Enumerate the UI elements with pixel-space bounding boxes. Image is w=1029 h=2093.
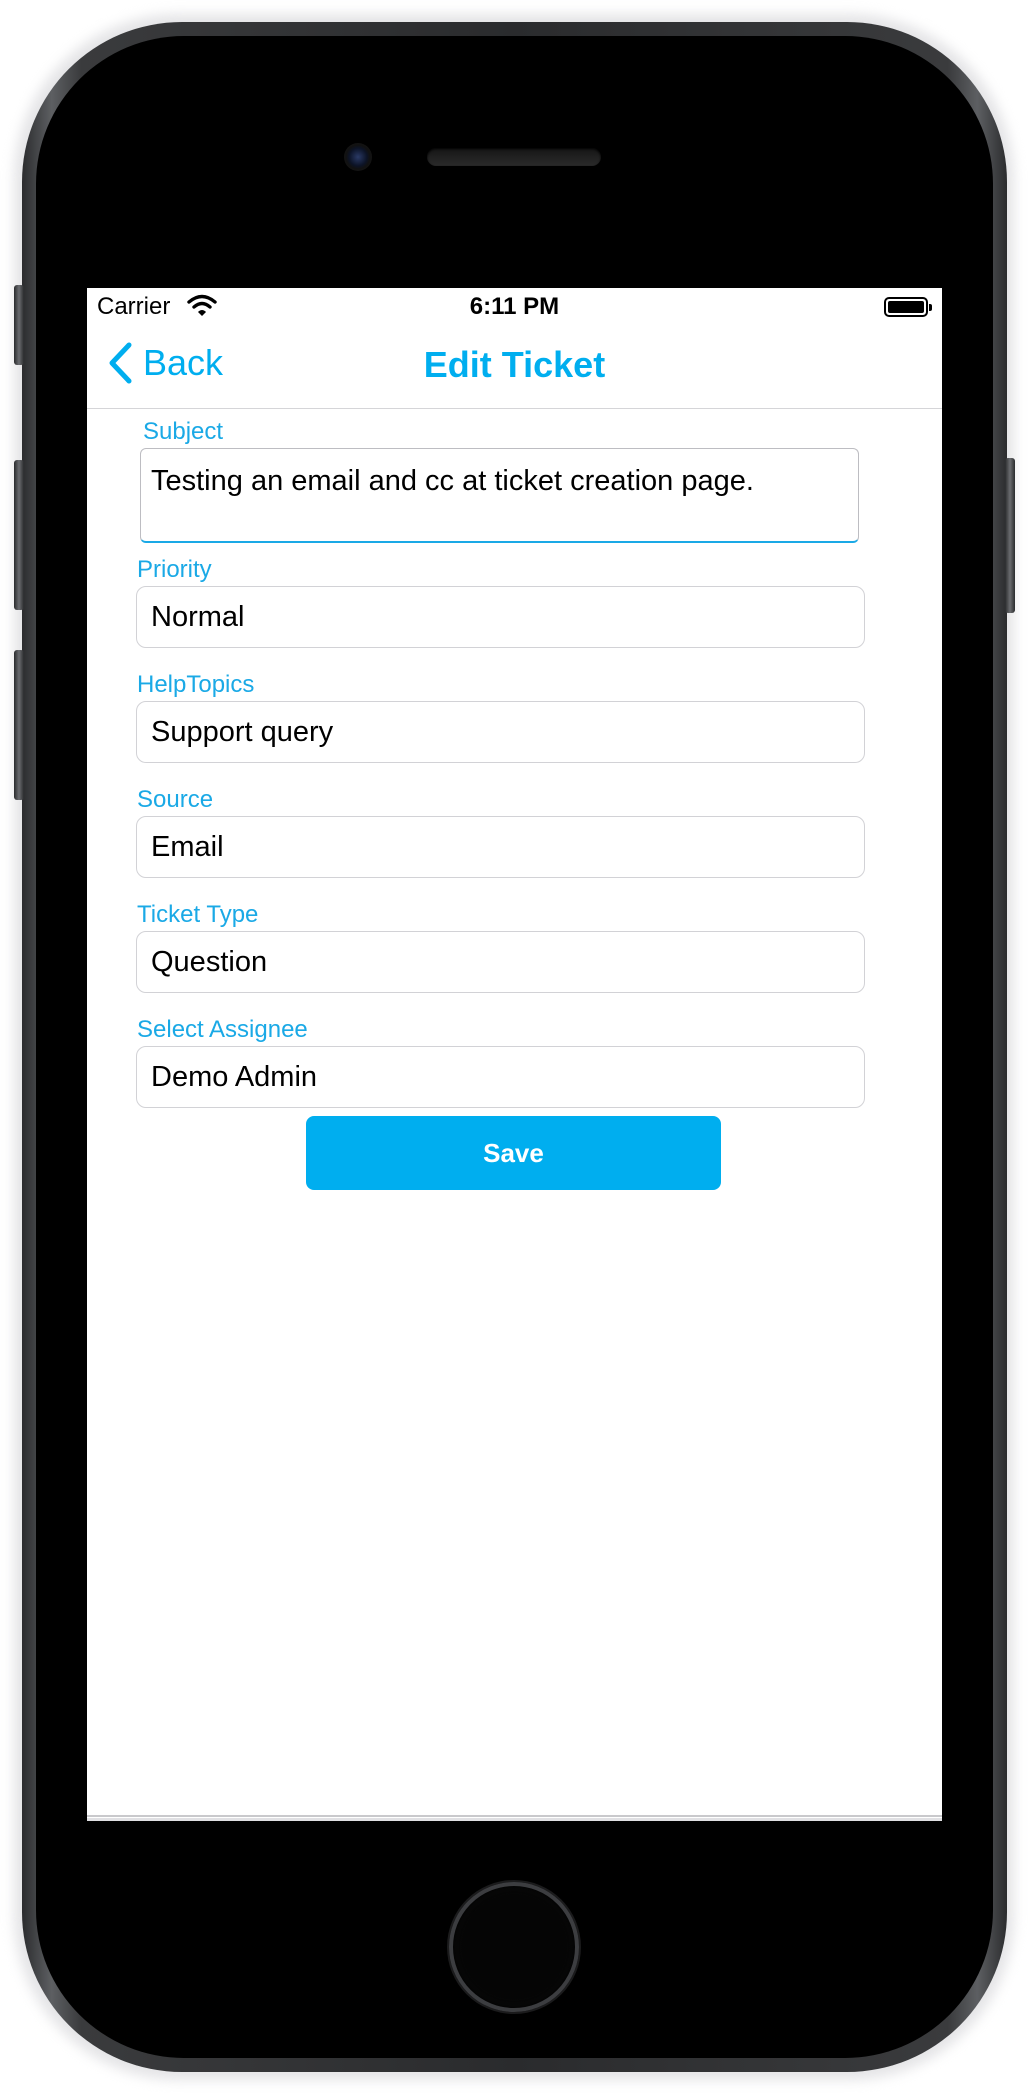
battery-icon (884, 297, 932, 317)
assignee-field[interactable]: Demo Admin (136, 1046, 865, 1108)
screen: Carrier 6:11 PM Edit Ticket Back Subject… (87, 288, 942, 1821)
priority-field[interactable]: Normal (136, 586, 865, 648)
source-label: Source (137, 786, 214, 813)
navigation-bar: Edit Ticket Back (87, 328, 942, 409)
back-button[interactable]: Back (107, 338, 223, 388)
power-button (1005, 458, 1015, 613)
status-time: 6:11 PM (469, 293, 560, 320)
subject-field[interactable]: Testing an email and cc at ticket creati… (140, 448, 859, 543)
help-topics-field[interactable]: Support query (136, 701, 865, 763)
save-button[interactable]: Save (306, 1116, 721, 1190)
assignee-label: Select Assignee (137, 1016, 308, 1043)
mute-switch (14, 285, 24, 365)
back-label: Back (143, 342, 224, 383)
divider (87, 1815, 942, 1817)
ticket-type-field[interactable]: Question (136, 931, 865, 993)
source-field[interactable]: Email (136, 816, 865, 878)
help-topics-label: HelpTopics (137, 671, 255, 698)
priority-label: Priority (137, 556, 212, 583)
volume-down-button (14, 650, 24, 800)
divider (87, 1818, 942, 1821)
front-camera (344, 143, 372, 171)
status-bar: Carrier 6:11 PM (87, 288, 942, 328)
volume-up-button (14, 460, 24, 610)
ticket-type-label: Ticket Type (137, 901, 259, 928)
home-button[interactable] (449, 1882, 579, 2012)
chevron-left-icon (109, 342, 132, 384)
subject-label: Subject (143, 418, 224, 445)
earpiece-speaker (427, 148, 601, 166)
save-label: Save (483, 1137, 544, 1168)
